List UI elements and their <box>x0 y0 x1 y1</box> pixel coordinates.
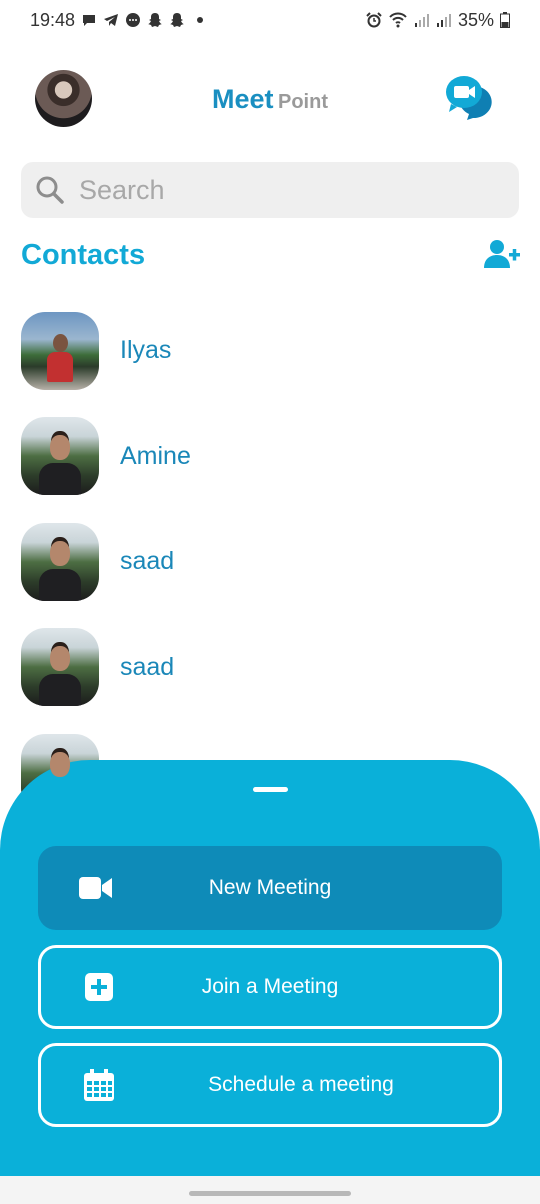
sheet-drag-handle[interactable] <box>253 787 288 792</box>
status-time: 19:48 <box>30 9 76 30</box>
search-bar[interactable] <box>21 162 519 218</box>
status-left: 19:48 <box>30 9 204 31</box>
schedule-meeting-button[interactable]: Schedule a meeting <box>38 1043 502 1127</box>
contact-item[interactable]: saad <box>0 509 540 615</box>
new-meeting-button[interactable]: New Meeting <box>38 846 502 930</box>
more-notifications-dot <box>197 17 204 23</box>
contact-name: saad <box>120 547 175 576</box>
home-gesture-pill[interactable] <box>189 1191 351 1196</box>
search-icon <box>36 176 64 204</box>
join-meeting-button[interactable]: Join a Meeting <box>38 945 502 1029</box>
app-header: Meet Point <box>0 60 540 140</box>
signal-icon <box>436 14 451 27</box>
signal-icon <box>414 14 429 27</box>
contact-name: Amine <box>120 441 191 470</box>
contact-avatar <box>21 522 99 601</box>
snapchat-icon <box>148 13 163 27</box>
telegram-icon <box>104 14 119 26</box>
battery-percentage: 35% <box>457 9 494 30</box>
contact-avatar <box>21 628 99 707</box>
new-meeting-label: New Meeting <box>208 876 332 899</box>
alarm-icon <box>366 12 382 28</box>
snapchat-icon <box>170 13 185 27</box>
status-right: 35% <box>366 10 510 31</box>
search-input[interactable] <box>79 174 479 206</box>
meeting-actions-sheet: New Meeting Join a Meeting Schedule a me… <box>0 760 540 1204</box>
contact-name: Ilyas <box>120 336 172 365</box>
contact-name: saad <box>120 652 175 681</box>
contacts-header: Contacts <box>21 236 521 276</box>
contact-item[interactable]: Amine <box>0 404 540 510</box>
schedule-meeting-label: Schedule a meeting <box>208 1073 394 1096</box>
contact-item[interactable]: Ilyas <box>0 298 540 404</box>
contacts-title: Contacts <box>21 239 146 271</box>
contact-item[interactable]: saad <box>0 615 540 721</box>
add-contact-icon[interactable] <box>483 238 521 270</box>
video-chat-icon[interactable] <box>443 72 495 120</box>
system-nav-bar <box>0 1176 540 1204</box>
app-title-main: Meet <box>212 84 274 114</box>
wifi-icon <box>389 12 407 28</box>
contact-avatar <box>21 417 99 496</box>
app-title-sub: Point <box>277 91 328 113</box>
chat-bubble-icon <box>83 15 96 26</box>
messenger-icon <box>126 13 141 27</box>
contact-list: Ilyas Amine saad saad saad <box>0 298 540 826</box>
contact-avatar <box>21 311 99 390</box>
battery-icon <box>500 12 510 28</box>
status-bar: 19:48 35% <box>0 0 540 40</box>
join-meeting-label: Join a Meeting <box>201 975 339 998</box>
